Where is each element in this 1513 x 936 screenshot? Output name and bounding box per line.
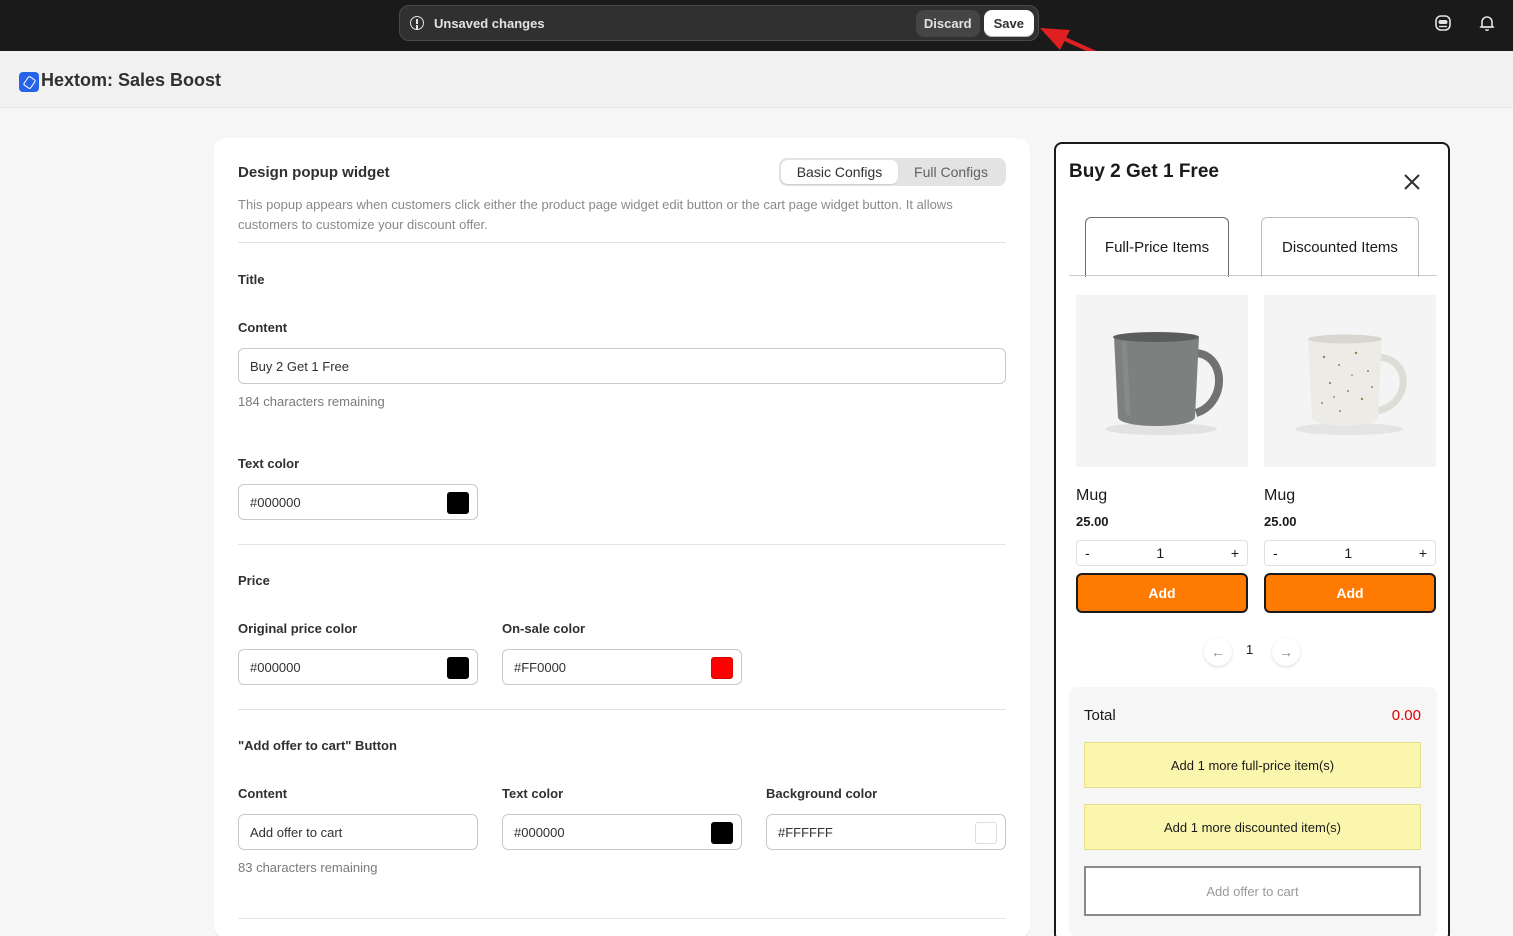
- product-name: Mug: [1264, 487, 1296, 504]
- quantity-stepper: - 1 +: [1264, 540, 1436, 566]
- original-price-color-value: #000000: [250, 659, 301, 675]
- color-swatch[interactable]: [711, 657, 733, 679]
- product-price: 25.00: [1076, 514, 1109, 529]
- close-icon[interactable]: [1402, 172, 1422, 192]
- tab-full-configs[interactable]: Full Configs: [898, 160, 1004, 184]
- app-header: Hextom: Sales Boost: [0, 51, 1513, 108]
- preview-title: Buy 2 Get 1 Free: [1069, 161, 1219, 182]
- title-text-color-input[interactable]: #000000: [238, 484, 478, 520]
- card-description: This popup appears when customers click …: [238, 197, 953, 232]
- app-logo-icon: [19, 72, 39, 92]
- product-image-speckled-mug: [1264, 295, 1436, 467]
- add-offer-to-cart-button[interactable]: Add offer to cart: [1084, 866, 1421, 916]
- popup-preview: Buy 2 Get 1 Free Full-Price Items Discou…: [1054, 142, 1450, 936]
- tab-discounted-items[interactable]: Discounted Items: [1261, 217, 1419, 277]
- button-content-value: Add offer to cart: [250, 824, 343, 840]
- title-text-color-label: Text color: [238, 456, 300, 471]
- add-offer-button-section-heading: "Add offer to cart" Button: [238, 738, 397, 753]
- button-text-color-label: Text color: [502, 786, 564, 801]
- divider: [238, 544, 1006, 545]
- increase-button[interactable]: +: [1231, 545, 1239, 561]
- button-content-input[interactable]: Add offer to cart: [238, 814, 478, 850]
- design-popup-card: Design popup widget Basic Configs Full C…: [214, 138, 1030, 936]
- prev-page-button[interactable]: ←: [1204, 638, 1232, 666]
- notification-bell-icon[interactable]: [1478, 14, 1496, 32]
- button-characters-remaining: 83 characters remaining: [238, 860, 378, 875]
- decrease-button[interactable]: -: [1085, 545, 1090, 561]
- onsale-color-label: On-sale color: [502, 621, 586, 636]
- config-tabs: Basic Configs Full Configs: [779, 158, 1006, 186]
- divider: [238, 242, 1006, 243]
- quantity-stepper: - 1 +: [1076, 540, 1248, 566]
- button-text-color-value: #000000: [514, 824, 565, 840]
- product-name: Mug: [1076, 487, 1108, 504]
- divider: [238, 709, 1006, 710]
- button-bg-color-value: #FFFFFF: [778, 824, 833, 840]
- color-swatch[interactable]: [975, 822, 997, 844]
- title-section-heading: Title: [238, 272, 265, 287]
- sidekick-icon[interactable]: [1434, 14, 1452, 32]
- top-bar: Unsaved changes Discard Save: [0, 0, 1513, 51]
- card-title: Design popup widget: [238, 164, 390, 181]
- original-price-color-label: Original price color: [238, 621, 358, 636]
- divider: [238, 918, 1006, 919]
- contextual-save-bar: Unsaved changes Discard Save: [399, 5, 1039, 41]
- unsaved-changes-message: Unsaved changes: [434, 15, 545, 31]
- total-label: Total: [1084, 707, 1116, 724]
- next-page-button[interactable]: →: [1272, 638, 1300, 666]
- discard-button[interactable]: Discard: [915, 9, 980, 37]
- tab-full-price-items[interactable]: Full-Price Items: [1085, 217, 1229, 277]
- button-text-color-input[interactable]: #000000: [502, 814, 742, 850]
- button-content-label: Content: [238, 786, 288, 801]
- title-content-input[interactable]: Buy 2 Get 1 Free: [238, 348, 1006, 384]
- add-button[interactable]: Add: [1076, 573, 1248, 613]
- price-section-heading: Price: [238, 573, 270, 588]
- button-bg-color-input[interactable]: #FFFFFF: [766, 814, 1006, 850]
- color-swatch[interactable]: [447, 657, 469, 679]
- quantity-value[interactable]: 1: [1344, 545, 1352, 561]
- button-bg-color-label: Background color: [766, 786, 878, 801]
- decrease-button[interactable]: -: [1273, 545, 1278, 561]
- save-button[interactable]: Save: [983, 9, 1034, 37]
- quantity-value[interactable]: 1: [1156, 545, 1164, 561]
- color-swatch[interactable]: [711, 822, 733, 844]
- total-value: 0.00: [1391, 707, 1421, 724]
- original-price-color-input[interactable]: #000000: [238, 649, 478, 685]
- title-text-color-value: #000000: [250, 494, 301, 510]
- tab-underline: [1069, 275, 1437, 276]
- title-content-value: Buy 2 Get 1 Free: [250, 358, 349, 374]
- title-characters-remaining: 184 characters remaining: [238, 394, 385, 409]
- app-title: Hextom: Sales Boost: [41, 70, 222, 90]
- discounted-notice: Add 1 more discounted item(s): [1084, 804, 1421, 850]
- increase-button[interactable]: +: [1419, 545, 1427, 561]
- offer-summary: Total 0.00 Add 1 more full-price item(s)…: [1069, 687, 1437, 936]
- title-content-label: Content: [238, 320, 288, 335]
- product-price: 25.00: [1264, 514, 1297, 529]
- product-image-grey-mug: [1076, 295, 1248, 467]
- onsale-color-input[interactable]: #FF0000: [502, 649, 742, 685]
- alert-circle-icon: [410, 16, 424, 30]
- onsale-color-value: #FF0000: [514, 659, 567, 675]
- add-button[interactable]: Add: [1264, 573, 1436, 613]
- page-number: 1: [1246, 642, 1254, 657]
- full-price-notice: Add 1 more full-price item(s): [1084, 742, 1421, 788]
- tab-basic-configs[interactable]: Basic Configs: [781, 160, 898, 184]
- color-swatch[interactable]: [447, 492, 469, 514]
